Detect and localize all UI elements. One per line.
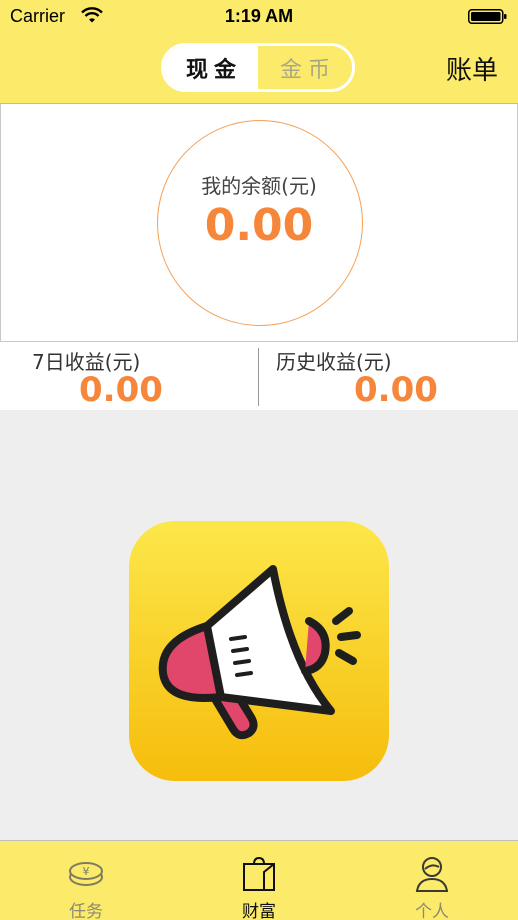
tab-profile-label: 个人 <box>415 902 449 920</box>
seven-day-earnings-value: 0.00 <box>79 370 163 410</box>
battery-icon <box>468 9 507 24</box>
segment-cash[interactable]: 现金 <box>164 46 258 89</box>
history-earnings-value: 0.00 <box>354 370 438 410</box>
bag-icon <box>243 856 275 891</box>
tab-tasks[interactable]: ¥ 任务 <box>26 841 146 920</box>
coin-icon: ¥ <box>69 862 103 886</box>
stats-divider <box>258 348 259 406</box>
tab-wealth-label: 财富 <box>242 902 276 920</box>
balance-value: 0.00 <box>204 200 314 251</box>
tab-bar: ¥ 任务 财富 个人 <box>0 840 518 920</box>
bill-button[interactable]: 账单 <box>446 50 498 87</box>
currency-segmented-control: 现金 金币 <box>161 43 355 92</box>
tab-profile[interactable]: 个人 <box>372 841 492 920</box>
person-icon <box>415 857 449 892</box>
status-bar: Carrier 1:19 AM <box>0 0 518 34</box>
megaphone-icon[interactable] <box>129 521 389 781</box>
tab-tasks-label: 任务 <box>69 902 103 920</box>
segment-coins[interactable]: 金币 <box>258 46 352 89</box>
header-bar: Carrier 1:19 AM 现金 金币 账单 <box>0 0 518 104</box>
clock: 1:19 AM <box>224 6 294 26</box>
svg-text:¥: ¥ <box>83 865 90 878</box>
balance-card: 我的余额(元) 0.00 <box>0 104 518 342</box>
tab-wealth[interactable]: 财富 <box>199 841 319 920</box>
balance-label: 我的余额(元) <box>201 174 317 198</box>
earnings-stats: 7日收益(元) 0.00 历史收益(元) 0.00 <box>0 342 518 410</box>
